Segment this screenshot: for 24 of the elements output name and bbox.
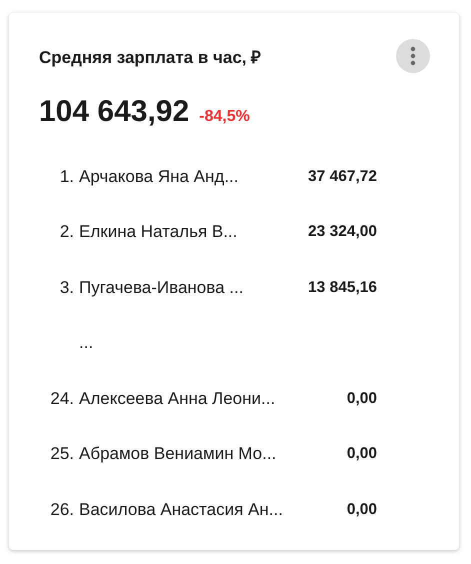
more-icon [410, 46, 416, 66]
employee-name: Елкина Наталья В... [79, 222, 238, 242]
salary-value: 0,00 [346, 445, 377, 464]
more-button[interactable] [396, 39, 430, 73]
rank-number: 1. [58, 166, 74, 187]
rank-number: 25. [49, 444, 74, 464]
salary-value: 0,00 [346, 500, 377, 519]
employee-name: Пугачева-Иванова ... [79, 278, 244, 298]
salary-value: 23 324,00 [308, 223, 377, 242]
salary-value: 13 845,16 [308, 278, 377, 297]
employee-name: Алексеева Анна Леони... [79, 388, 276, 409]
employee-name: Арчакова Яна Анд... [79, 166, 240, 187]
card-title: Средняя зарплата в час, ₽ [39, 46, 262, 68]
rank-number: 26. [49, 500, 74, 520]
rank-number: 3. [58, 278, 74, 298]
salary-value: 0,00 [346, 390, 377, 408]
salary-value: 37 467,72 [308, 168, 377, 186]
rank-number: 24. [49, 388, 74, 409]
employee-name: Василова Анастасия Ан... [79, 500, 284, 520]
ellipsis-text: ... [79, 333, 94, 354]
change-percent: -84,5% [199, 108, 250, 126]
rank-number: 2. [58, 222, 74, 242]
employee-name: Абрамов Вениамин Мо... [79, 444, 278, 464]
total-value: 104 643,92 [39, 95, 190, 129]
